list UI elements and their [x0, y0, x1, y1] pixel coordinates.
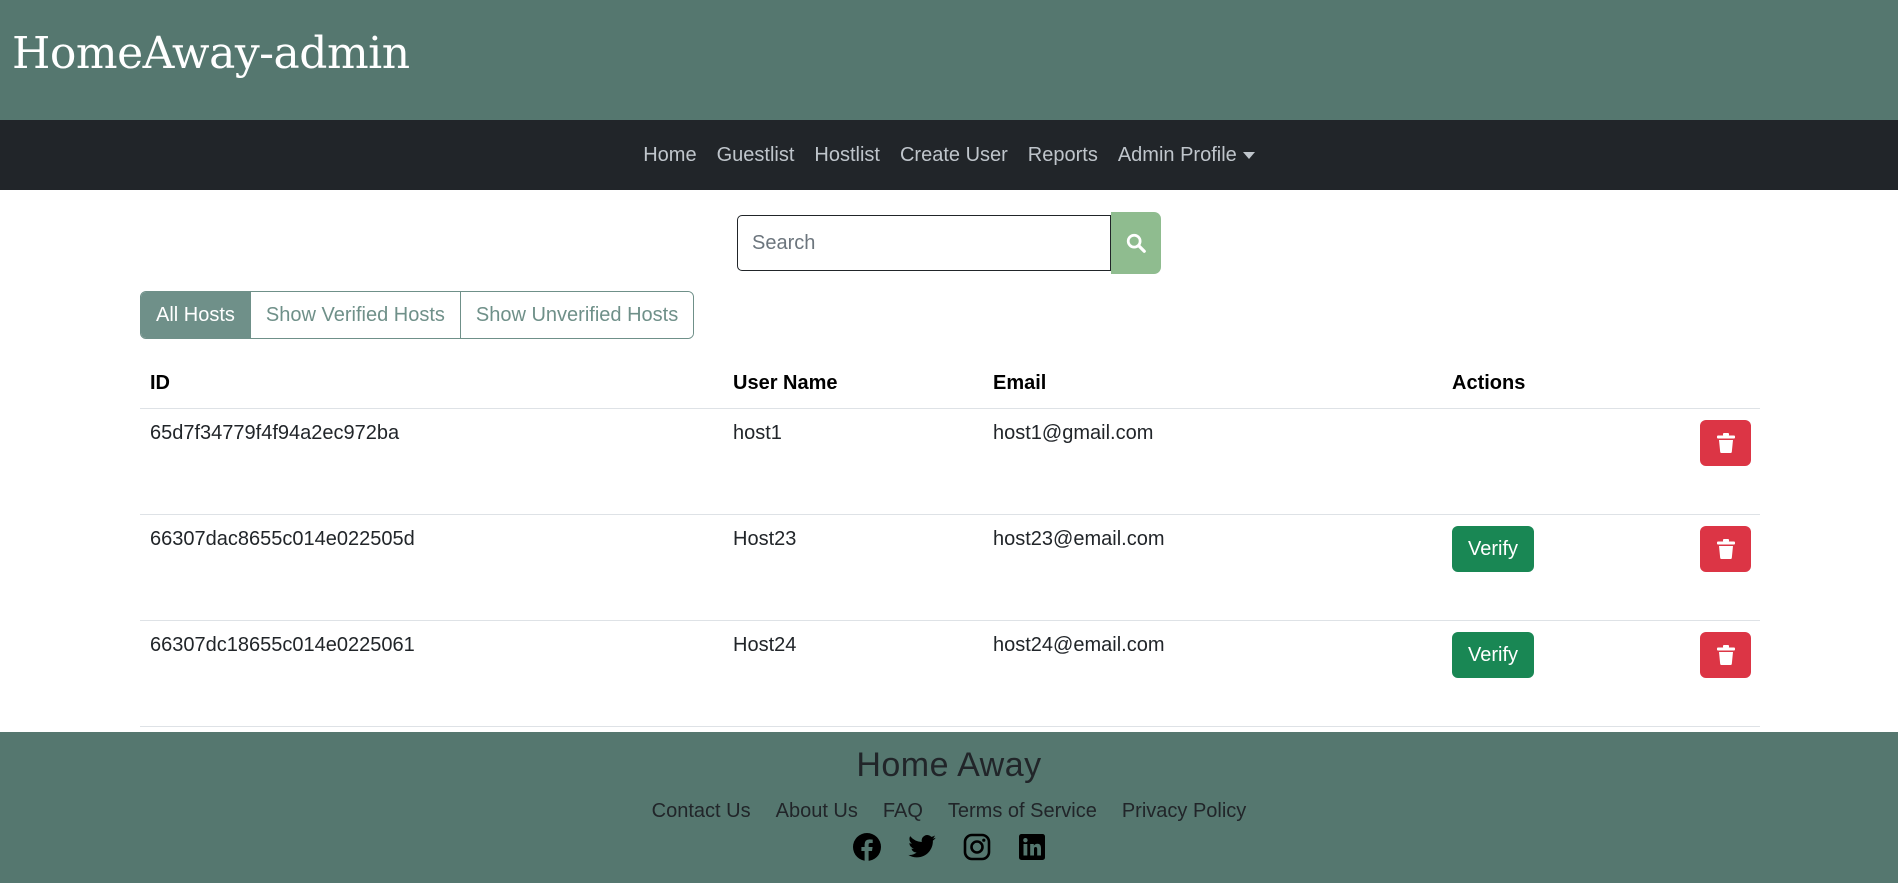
search-input[interactable] [737, 215, 1111, 271]
delete-button[interactable] [1700, 526, 1751, 572]
search-form [737, 212, 1161, 274]
host-filter-group: All Hosts Show Verified Hosts Show Unver… [140, 291, 695, 339]
trash-icon [1716, 645, 1735, 665]
main-navbar: Home Guestlist Hostlist Create User Repo… [0, 120, 1898, 190]
footer-link-faq[interactable]: FAQ [883, 800, 923, 823]
footer-link-about-us[interactable]: About Us [776, 800, 858, 823]
nav-reports[interactable]: Reports [1018, 144, 1108, 167]
host-user-name: host1 [733, 422, 782, 444]
nav-guestlist[interactable]: Guestlist [707, 144, 805, 167]
column-header-user-name: User Name [733, 372, 838, 394]
trash-icon [1716, 433, 1735, 453]
site-title[interactable]: HomeAway-admin [12, 28, 410, 80]
footer-link-terms[interactable]: Terms of Service [948, 800, 1097, 823]
host-user-name: Host23 [733, 528, 797, 550]
admin-profile-label: Admin Profile [1117, 143, 1237, 166]
hosts-table: ID User Name Email Actions 65d7f34779f4f… [140, 360, 1760, 727]
column-header-id: ID [150, 372, 170, 394]
caret-down-icon [1242, 151, 1255, 159]
footer-link-privacy[interactable]: Privacy Policy [1122, 800, 1246, 823]
host-email: host24@email.com [993, 634, 1165, 656]
host-email: host1@gmail.com [993, 422, 1154, 444]
twitter-icon[interactable] [907, 832, 937, 862]
table-row: 66307dac8655c014e022505d Host23 host23@e… [140, 515, 1760, 621]
instagram-icon[interactable] [962, 832, 992, 862]
verify-button[interactable]: Verify [1452, 526, 1534, 572]
filter-unverified-hosts[interactable]: Show Unverified Hosts [459, 292, 694, 338]
host-id: 66307dc18655c014e0225061 [150, 634, 415, 656]
footer-link-contact-us[interactable]: Contact Us [652, 800, 751, 823]
host-user-name: Host24 [733, 634, 797, 656]
linkedin-icon[interactable] [1017, 832, 1047, 862]
filter-verified-hosts[interactable]: Show Verified Hosts [249, 292, 460, 338]
filter-all-hosts[interactable]: All Hosts [141, 292, 250, 338]
social-links [0, 832, 1898, 862]
host-id: 66307dac8655c014e022505d [150, 528, 415, 550]
verify-button[interactable]: Verify [1452, 632, 1534, 678]
footer-title: Home Away [856, 746, 1042, 784]
footer-links: Contact Us About Us FAQ Terms of Service… [0, 800, 1898, 823]
search-button[interactable] [1111, 212, 1161, 274]
column-header-email: Email [993, 372, 1047, 394]
delete-button[interactable] [1700, 632, 1751, 678]
nav-hostlist[interactable]: Hostlist [804, 144, 890, 167]
brand-header: HomeAway-admin [0, 0, 1898, 120]
host-id: 65d7f34779f4f94a2ec972ba [150, 422, 400, 444]
facebook-icon[interactable] [852, 832, 882, 862]
table-header-row: ID User Name Email Actions [140, 360, 1760, 409]
nav-home[interactable]: Home [633, 144, 706, 167]
page-footer: Home Away Contact Us About Us FAQ Terms … [0, 732, 1898, 883]
table-row: 66307dc18655c014e0225061 Host24 host24@e… [140, 621, 1760, 727]
trash-icon [1716, 539, 1735, 559]
host-email: host23@email.com [993, 528, 1165, 550]
delete-button[interactable] [1700, 420, 1751, 466]
nav-admin-profile-dropdown[interactable]: Admin Profile [1108, 144, 1265, 167]
nav-create-user[interactable]: Create User [890, 144, 1018, 167]
search-icon [1126, 233, 1146, 253]
column-header-actions: Actions [1452, 372, 1526, 394]
table-row: 65d7f34779f4f94a2ec972ba host1 host1@gma… [140, 409, 1760, 515]
